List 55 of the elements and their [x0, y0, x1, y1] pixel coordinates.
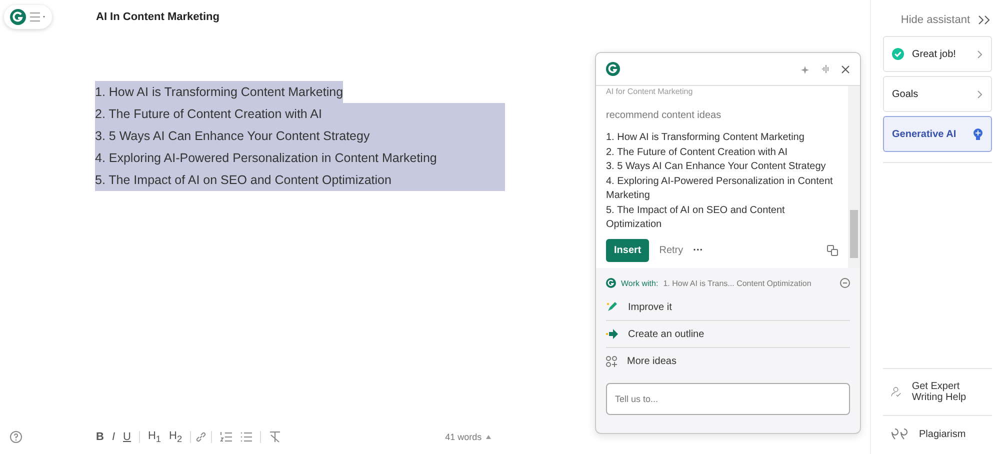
- result-line: 3. 5 Ways AI Can Enhance Your Content Strategy: [606, 160, 827, 174]
- hide-assistant-button[interactable]: Hide assistant: [883, 10, 992, 36]
- check-circle-icon: [892, 48, 904, 60]
- logo-icon: [10, 9, 26, 25]
- grid-icon: [606, 356, 617, 367]
- waveform-icon[interactable]: [821, 64, 831, 74]
- help-icon[interactable]: [10, 431, 22, 443]
- prompt-input-field[interactable]: Tell us to...: [606, 383, 850, 415]
- more-button[interactable]: ···: [693, 244, 704, 256]
- format-button[interactable]: I: [108, 431, 120, 443]
- prompt-text: recommend content ideas: [606, 110, 722, 121]
- assistant-action[interactable]: Improve it: [606, 294, 850, 321]
- logo-icon: [606, 62, 620, 76]
- chevron-right-icon: [977, 90, 983, 98]
- format-button[interactable]: H$_{2}$: [165, 430, 186, 444]
- result-line: 2. The Future of Content Creation with AI: [606, 146, 789, 160]
- result-line: 5. The Impact of AI on SEO and Content Optimization: [606, 204, 786, 232]
- numbered-list-icon[interactable]: [220, 431, 232, 443]
- logo-icon: [606, 278, 616, 288]
- work-with-text: 1. How AI is Trans... Content Optimization: [663, 278, 812, 288]
- scrollbar[interactable]: [848, 86, 860, 268]
- chevron-right-icon: [977, 50, 983, 58]
- double-chevron-icon: [978, 15, 992, 25]
- minus-circle-icon[interactable]: [840, 278, 850, 288]
- retry-button[interactable]: Retry: [659, 244, 684, 256]
- menu-pill[interactable]: [4, 5, 52, 29]
- sparkle-icon[interactable]: [801, 64, 811, 74]
- link-icon[interactable]: [195, 431, 208, 443]
- format-button[interactable]: B: [92, 431, 108, 443]
- assistant-action[interactable]: Create an outline: [606, 321, 850, 348]
- format-button[interactable]: U: [119, 431, 135, 443]
- caret-up-icon[interactable]: [486, 435, 491, 439]
- format-button[interactable]: H$_{1}$: [144, 430, 166, 444]
- copy-icon[interactable]: [827, 244, 838, 256]
- assistant-card[interactable]: Generative AI: [883, 116, 992, 152]
- assistant-card[interactable]: Goals: [883, 76, 992, 112]
- assistant-action[interactable]: More ideas: [606, 348, 850, 375]
- insert-button[interactable]: Insert: [606, 238, 650, 262]
- arrow-right-icon: [606, 328, 618, 340]
- bullet-list-icon[interactable]: [240, 431, 252, 443]
- assistant-card[interactable]: Great job!: [883, 36, 992, 72]
- document-title: AI In Content Marketing: [96, 11, 220, 23]
- context-label: AI for Content Marketing: [606, 86, 694, 96]
- word-count[interactable]: 41 words: [445, 432, 482, 442]
- result-line: 1. How AI is Transforming Content Marketing: [606, 131, 806, 145]
- work-with-label: Work with:: [621, 278, 658, 288]
- result-line: 4. Exploring AI-Powered Personalization in Content Marketing: [606, 174, 834, 203]
- sidebar-link[interactable]: Plagiarism: [883, 422, 983, 446]
- close-icon[interactable]: [841, 64, 850, 74]
- clear-format-icon[interactable]: [269, 431, 282, 443]
- sidebar-link[interactable]: Get Expert Writing Help: [883, 375, 983, 409]
- quote-icon: [891, 428, 909, 440]
- lightbulb-icon: [973, 128, 983, 140]
- menu-icon: [30, 12, 46, 22]
- pencil-icon: [606, 301, 618, 313]
